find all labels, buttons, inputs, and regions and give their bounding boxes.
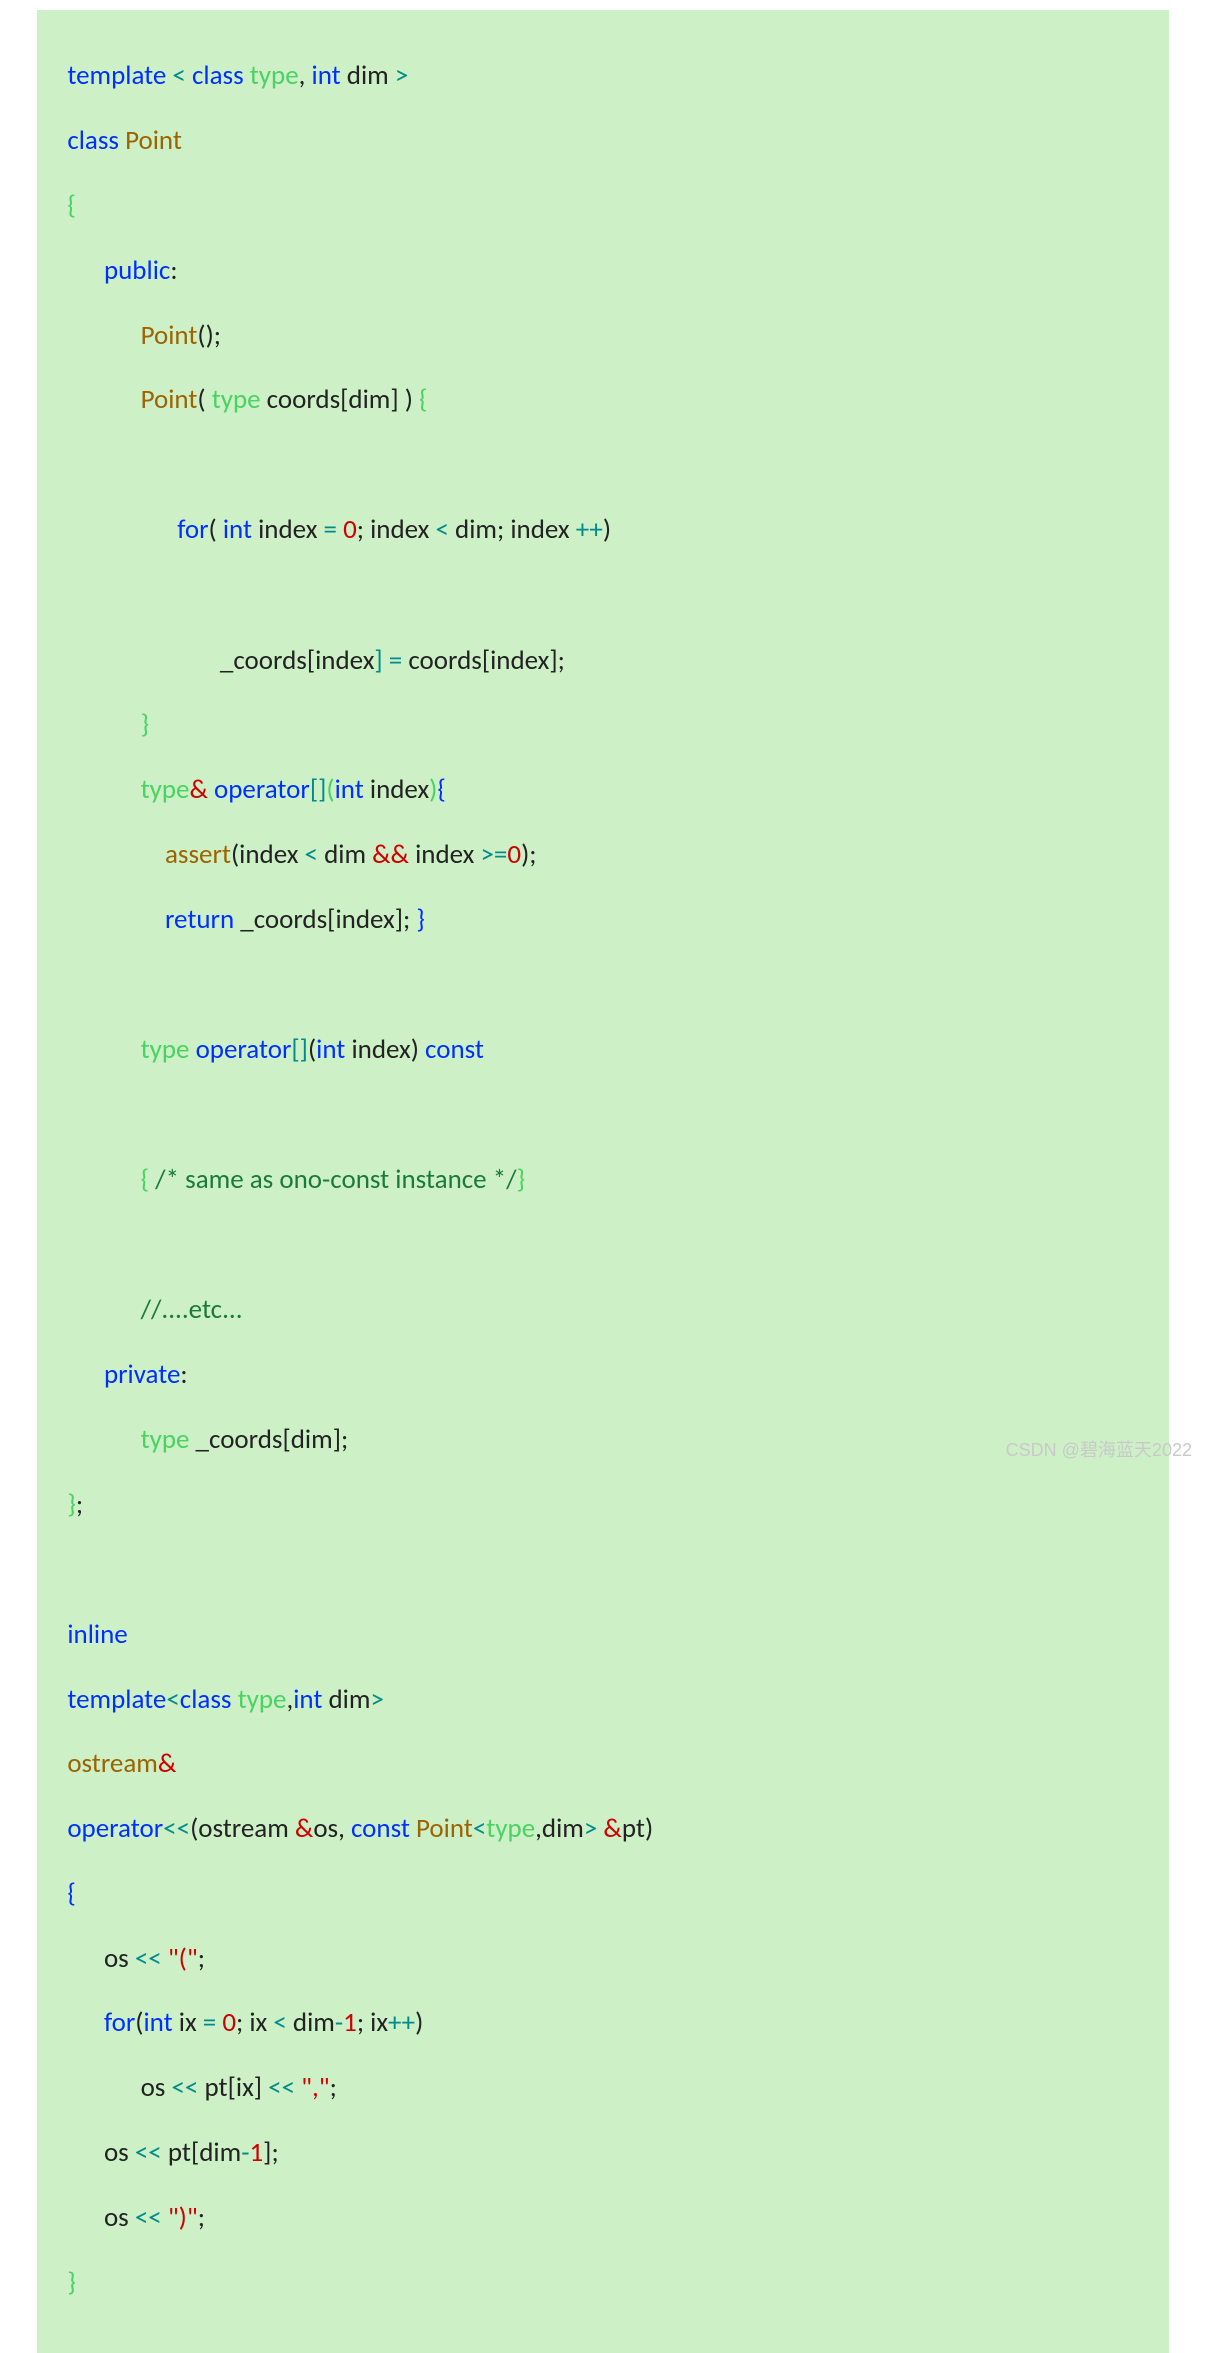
code-line: for( int index = 0; index < dim; index +… xyxy=(49,514,1157,546)
code-line: }; xyxy=(49,1489,1157,1521)
code-line: os << "("; xyxy=(49,1943,1157,1975)
code-line: os << ")"; xyxy=(49,2202,1157,2234)
blank-line xyxy=(49,969,1157,1002)
code-line: class Point xyxy=(49,125,1157,157)
blank-line xyxy=(49,1553,1157,1586)
code-line: operator<<(ostream &os, const Point<type… xyxy=(49,1813,1157,1845)
code-block: template < class type, int dim > class P… xyxy=(37,10,1169,2353)
code-line: os << pt[dim-1]; xyxy=(49,2137,1157,2169)
code-line: type& operator[](int index){ xyxy=(49,774,1157,806)
code-line: assert(index < dim && index >=0); xyxy=(49,839,1157,871)
code-line: return _coords[index]; } xyxy=(49,904,1157,936)
blank-line xyxy=(49,1229,1157,1262)
code-line: for(int ix = 0; ix < dim-1; ix++) xyxy=(49,2007,1157,2039)
code-line: os << pt[ix] << ","; xyxy=(49,2072,1157,2104)
code-line: } xyxy=(49,2267,1157,2299)
code-line: { xyxy=(49,190,1157,222)
code-line: type operator[](int index) const xyxy=(49,1034,1157,1066)
code-line: } xyxy=(49,709,1157,741)
code-line: inline xyxy=(49,1619,1157,1651)
code-line: template<class type,int dim> xyxy=(49,1684,1157,1716)
blank-line xyxy=(49,449,1157,482)
code-line: ostream& xyxy=(49,1748,1157,1780)
blank-line xyxy=(49,579,1157,612)
code-line: template < class type, int dim > xyxy=(49,60,1157,92)
code-line: _coords[index] = coords[index]; xyxy=(49,645,1157,677)
code-line: type _coords[dim]; xyxy=(49,1424,1157,1456)
code-line: public: xyxy=(49,255,1157,287)
code-line: { /* same as ono-const instance */} xyxy=(49,1164,1157,1196)
code-line: private: xyxy=(49,1359,1157,1391)
code-line: //....etc... xyxy=(49,1294,1157,1326)
blank-line xyxy=(49,1099,1157,1132)
code-line: Point( type coords[dim] ) { xyxy=(49,384,1157,416)
watermark-text: CSDN @碧海蓝天2022 xyxy=(1006,1436,1192,1462)
keyword-template: template xyxy=(67,59,166,92)
code-line: { xyxy=(49,1878,1157,1910)
code-line: Point(); xyxy=(49,320,1157,352)
